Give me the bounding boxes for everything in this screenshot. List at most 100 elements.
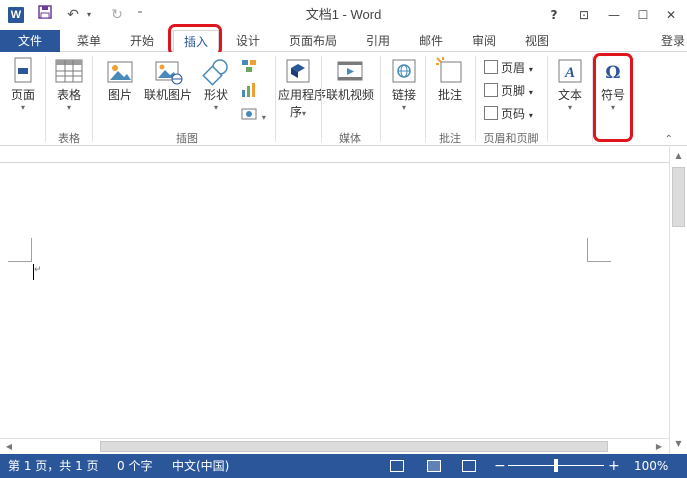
- ribbon-tab-bar: 文件 菜单 开始 插入 设计 页面布局 引用 邮件 审阅 视图 登录: [0, 30, 687, 53]
- group-label-illustrations: 插图: [176, 132, 198, 145]
- tab-menu[interactable]: 菜单: [77, 30, 101, 52]
- collapse-ribbon-icon[interactable]: ⌃: [665, 134, 673, 145]
- screenshot-icon: [241, 108, 257, 120]
- table-button[interactable]: 表格 ▾: [52, 56, 86, 113]
- group-divider: [547, 56, 548, 142]
- footer-icon: [484, 83, 498, 97]
- language-indicator[interactable]: 中文(中国): [172, 454, 229, 478]
- group-divider: [45, 56, 46, 142]
- scroll-right-arrow-icon[interactable]: ▶: [652, 439, 666, 454]
- zoom-slider-thumb[interactable]: [554, 459, 558, 472]
- pictures-button[interactable]: 图片: [102, 56, 138, 103]
- chevron-down-icon: ▾: [302, 109, 307, 118]
- status-bar: 第 1 页，共 1 页 0 个字 中文(中国) − + 100%: [0, 454, 687, 478]
- tab-page-layout[interactable]: 页面布局: [289, 30, 337, 52]
- chevron-down-icon: ▾: [261, 113, 266, 122]
- online-pictures-button[interactable]: 联机图片: [142, 56, 194, 103]
- group-divider: [475, 56, 476, 142]
- picture-icon: [107, 61, 133, 83]
- chevron-down-icon: ▾: [213, 103, 218, 112]
- svg-text:A: A: [564, 65, 575, 81]
- ribbon-display-options-button[interactable]: ⊡: [573, 5, 595, 25]
- smartart-button[interactable]: [238, 58, 260, 77]
- chart-icon: [242, 83, 255, 97]
- web-layout-icon[interactable]: [462, 460, 476, 472]
- scroll-down-arrow-icon[interactable]: ▼: [670, 437, 687, 451]
- footer-button[interactable]: 页脚 ▾: [484, 81, 533, 101]
- apps-for-office-button[interactable]: 应用程序 序▾: [278, 56, 326, 120]
- chevron-down-icon: ▾: [528, 65, 533, 74]
- ribbon: 页面 ▾ 表格 ▾ 表格 图片 联机图片 形状 ▾ ▾ 插图 应用程序 序▾ 联…: [0, 52, 687, 146]
- chevron-down-icon: ▾: [567, 103, 572, 112]
- group-label-table: 表格: [58, 132, 80, 145]
- scroll-up-arrow-icon[interactable]: ▲: [670, 149, 687, 163]
- group-divider: [321, 56, 322, 142]
- apps-icon: [286, 59, 310, 83]
- group-divider: [275, 56, 276, 142]
- title-bar: W ↶ ▾ ↻ ⁼ 文档1 - Word ? ⊡ — ☐ ✕: [0, 0, 687, 30]
- table-icon: [55, 59, 83, 83]
- group-label-media: 媒体: [339, 132, 361, 145]
- online-video-button[interactable]: 联机视频: [324, 56, 376, 103]
- page-number-icon: [484, 106, 498, 120]
- word-count[interactable]: 0 个字: [117, 454, 152, 478]
- header-icon: [484, 60, 498, 74]
- online-video-icon: [337, 61, 363, 81]
- chevron-down-icon: ▾: [20, 103, 25, 112]
- shapes-icon: [202, 59, 228, 86]
- minimize-button[interactable]: —: [603, 5, 625, 25]
- group-divider: [425, 56, 426, 142]
- page-count[interactable]: 第 1 页，共 1 页: [8, 454, 99, 478]
- shapes-button[interactable]: 形状 ▾: [198, 56, 234, 113]
- horizontal-scroll-thumb[interactable]: [100, 441, 608, 452]
- help-button[interactable]: ?: [543, 5, 565, 25]
- vertical-scrollbar[interactable]: ▲ ▼: [669, 147, 687, 454]
- text-button[interactable]: A 文本 ▾: [552, 56, 588, 113]
- group-label-header-footer: 页眉和页脚: [483, 132, 539, 145]
- maximize-button[interactable]: ☐: [632, 5, 654, 25]
- comment-button[interactable]: 批注: [430, 56, 470, 103]
- chevron-down-icon: ▾: [528, 111, 533, 120]
- page-corner-mark-right: [587, 238, 611, 262]
- link-icon: [392, 59, 416, 83]
- online-picture-icon: [155, 61, 183, 85]
- tab-mailings[interactable]: 邮件: [419, 30, 443, 52]
- group-label-comments: 批注: [439, 132, 461, 145]
- text-icon: A: [558, 59, 582, 83]
- chart-button[interactable]: [238, 82, 260, 101]
- close-button[interactable]: ✕: [660, 5, 682, 25]
- scroll-left-arrow-icon[interactable]: ◀: [2, 439, 16, 454]
- tab-design[interactable]: 设计: [236, 30, 260, 52]
- ribbon-bottom-band: [0, 147, 687, 163]
- tab-view[interactable]: 视图: [525, 30, 549, 52]
- page-number-button[interactable]: 页码 ▾: [484, 104, 533, 124]
- read-mode-icon[interactable]: [390, 460, 404, 472]
- vertical-scroll-thumb[interactable]: [672, 167, 685, 227]
- screenshot-button[interactable]: ▾: [238, 106, 268, 123]
- tab-review[interactable]: 审阅: [472, 30, 496, 52]
- comment-icon: [436, 57, 462, 83]
- zoom-in-button[interactable]: +: [608, 454, 620, 478]
- page-corner-mark-left: [8, 238, 32, 262]
- header-button[interactable]: 页眉 ▾: [484, 58, 533, 78]
- sign-in-link[interactable]: 登录: [661, 30, 685, 52]
- page-icon: [14, 57, 32, 83]
- chevron-down-icon: ▾: [528, 88, 533, 97]
- zoom-level[interactable]: 100%: [634, 454, 668, 478]
- group-divider: [380, 56, 381, 142]
- horizontal-scrollbar[interactable]: ◀ ▶: [0, 438, 669, 454]
- tab-home[interactable]: 开始: [130, 30, 154, 52]
- tab-file[interactable]: 文件: [0, 30, 60, 52]
- pages-button[interactable]: 页面 ▾: [6, 56, 40, 113]
- chevron-down-icon: ▾: [401, 103, 406, 112]
- symbol-group-highlight: [593, 53, 633, 142]
- document-canvas[interactable]: ↵: [0, 164, 669, 438]
- smartart-icon: [242, 60, 256, 72]
- zoom-out-button[interactable]: −: [494, 454, 506, 478]
- links-button[interactable]: 链接 ▾: [386, 56, 422, 113]
- chevron-down-icon: ▾: [66, 103, 71, 112]
- group-divider: [92, 56, 93, 142]
- print-layout-icon[interactable]: [427, 460, 441, 472]
- tab-references[interactable]: 引用: [366, 30, 390, 52]
- paragraph-mark-icon: ↵: [34, 265, 42, 275]
